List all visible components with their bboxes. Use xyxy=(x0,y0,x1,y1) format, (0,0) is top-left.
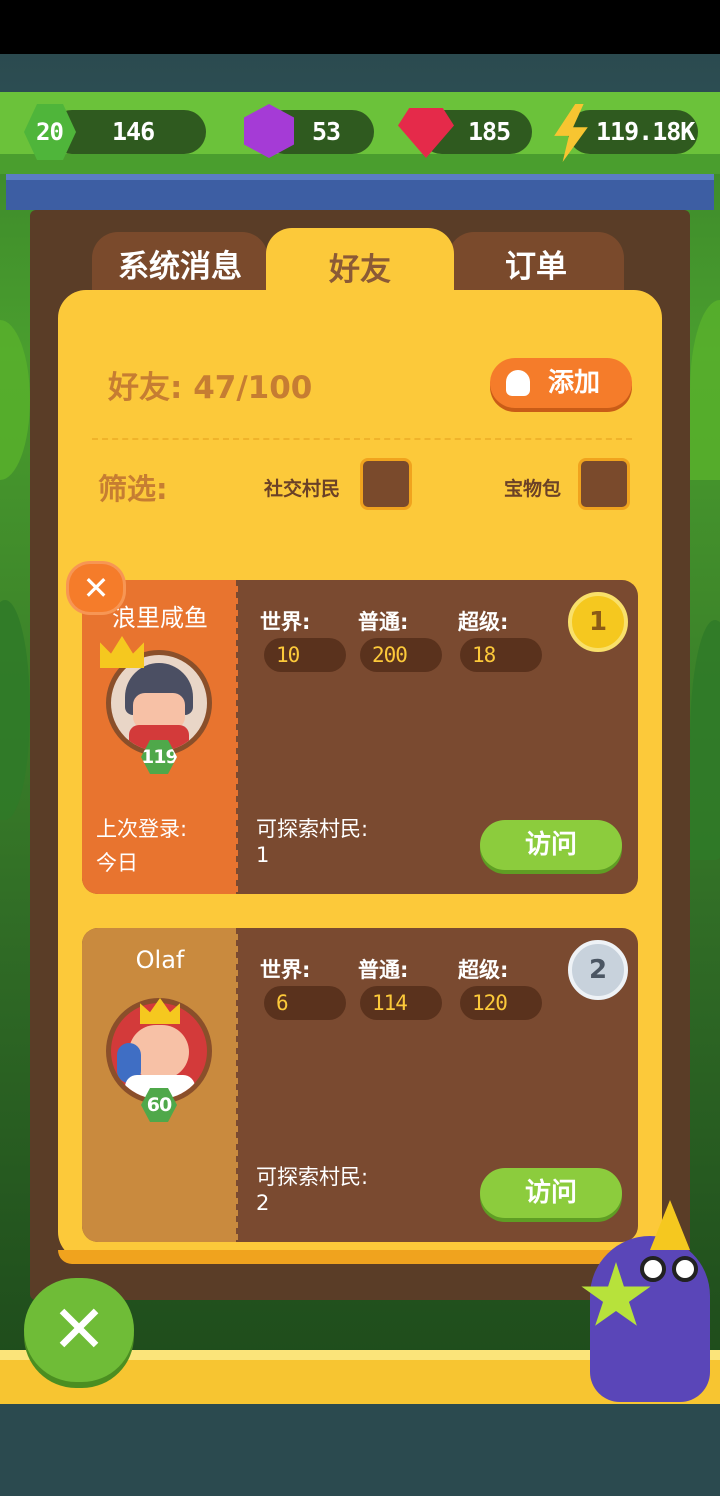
explorable-label: 可探索村民: xyxy=(256,1165,369,1189)
visit-button[interactable]: 访问 xyxy=(480,1168,622,1218)
normal-value: 200 xyxy=(360,638,442,672)
explorable-label: 可探索村民: xyxy=(256,817,369,841)
super-value: 120 xyxy=(460,986,542,1020)
last-login-label: 上次登录: xyxy=(96,817,188,841)
remove-friend-button[interactable]: ✕ xyxy=(66,561,126,615)
last-login-value: 今日 xyxy=(96,851,138,875)
super-label: 超级: xyxy=(458,610,509,634)
friend-card: Olaf 60 世界: 普通: 超级: 6 114 120 2 可探索村民: 2… xyxy=(82,928,638,1242)
energy-value: 119.18K xyxy=(596,117,695,146)
normal-label: 普通: xyxy=(358,610,409,634)
filter-treasure-pack-checkbox[interactable] xyxy=(578,458,630,510)
normal-label: 普通: xyxy=(358,958,409,982)
friend-card: 浪里咸鱼 119 上次登录: 今日 世界: 普通: 超级: 10 200 18 … xyxy=(82,580,638,894)
add-friend-label: 添加 xyxy=(548,368,601,398)
normal-value: 114 xyxy=(360,986,442,1020)
red-gem-value: 185 xyxy=(468,117,511,146)
perforation xyxy=(236,928,242,1242)
divider xyxy=(92,438,632,440)
tab-label: 系统消息 xyxy=(118,249,242,285)
level-value: 20 xyxy=(36,118,64,146)
tab-friends[interactable]: 好友 xyxy=(266,228,454,312)
gold-medal-icon: 1 xyxy=(568,592,628,652)
bottom-background xyxy=(0,1404,720,1496)
friend-count: 好友: 47/100 xyxy=(108,370,313,406)
tab-label: 好友 xyxy=(329,252,391,288)
explorable-value: 1 xyxy=(256,843,270,867)
silver-medal-icon: 2 xyxy=(568,940,628,1000)
visit-button[interactable]: 访问 xyxy=(480,820,622,870)
explorable-villagers: 可探索村民: 2 xyxy=(256,1164,368,1216)
world-label: 世界: xyxy=(260,610,311,634)
filter-social-villager-label: 社交村民 xyxy=(264,478,341,500)
close-icon: ✕ xyxy=(82,569,110,607)
tab-label: 订单 xyxy=(505,249,567,285)
xp-value: 146 xyxy=(112,117,155,146)
explorable-value: 2 xyxy=(256,1191,270,1215)
world-label: 世界: xyxy=(260,958,311,982)
purple-gem-value: 53 xyxy=(312,117,341,146)
world-value: 10 xyxy=(264,638,346,672)
board-top-bar xyxy=(6,174,714,210)
filter-label: 筛选: xyxy=(98,472,168,506)
add-friend-icon xyxy=(506,370,530,396)
mascot-eye xyxy=(672,1256,698,1282)
panel-shadow xyxy=(58,1250,662,1264)
filter-treasure-pack-label: 宝物包 xyxy=(504,478,562,500)
rank-value: 2 xyxy=(588,955,608,985)
explorable-villagers: 可探索村民: 1 xyxy=(256,816,368,868)
add-friend-button[interactable]: 添加 xyxy=(490,358,632,408)
filter-social-villager-checkbox[interactable] xyxy=(360,458,412,510)
mascot-eye xyxy=(640,1256,666,1282)
close-button[interactable]: ✕ xyxy=(24,1278,134,1382)
energy-bar[interactable]: 119.18K xyxy=(568,110,698,154)
last-login: 上次登录: 今日 xyxy=(96,812,187,880)
rank-value: 1 xyxy=(588,607,608,637)
world-value: 6 xyxy=(264,986,346,1020)
super-label: 超级: xyxy=(458,958,509,982)
close-icon: ✕ xyxy=(51,1291,107,1368)
super-value: 18 xyxy=(460,638,542,672)
friend-name: Olaf xyxy=(135,946,185,974)
